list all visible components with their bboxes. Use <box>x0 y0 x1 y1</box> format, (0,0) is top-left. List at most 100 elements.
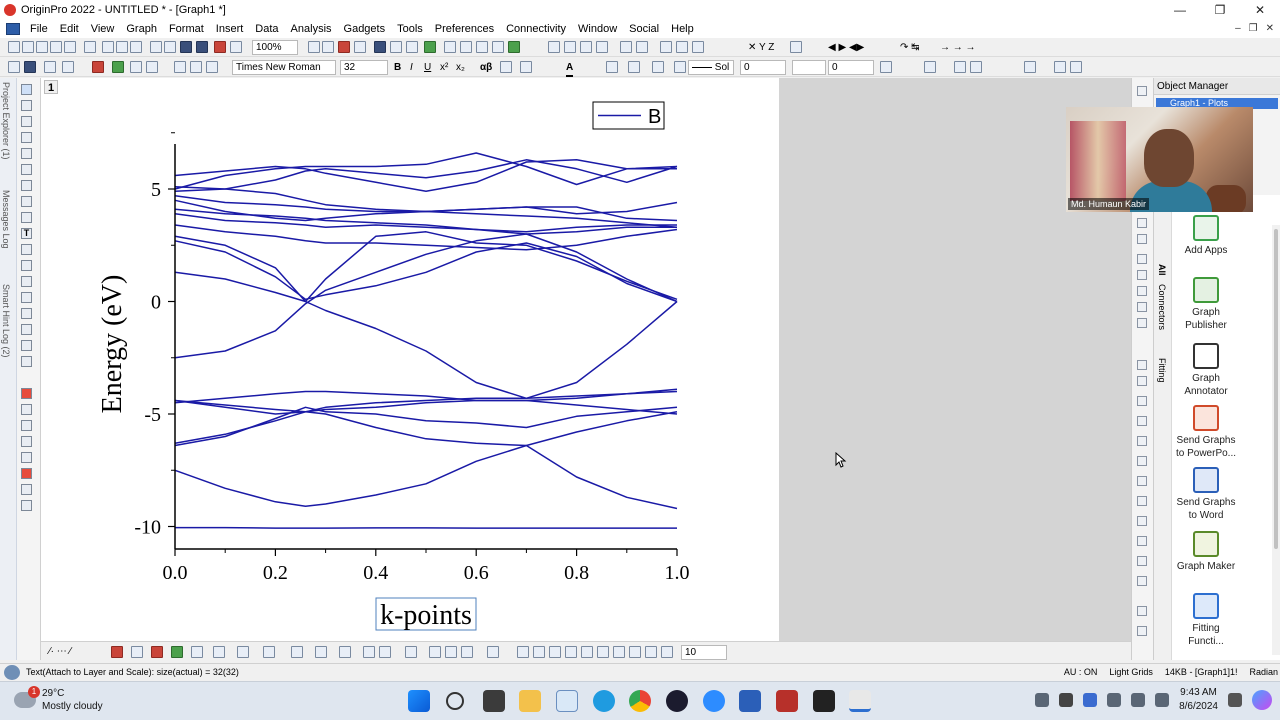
box-chart-icon[interactable] <box>237 646 249 658</box>
zoom-pan-tool-icon[interactable] <box>21 100 32 111</box>
marker-icon[interactable] <box>954 61 966 73</box>
increment-select[interactable]: 10 <box>681 645 727 660</box>
more-plots-icon[interactable] <box>1137 626 1147 636</box>
line-tool-icon[interactable] <box>21 276 32 287</box>
3d-plot-icon[interactable] <box>1137 496 1147 506</box>
band-structure-plot[interactable]: 0.0 0.2 0.4 0.6 0.8 1.0-10-505 B Energy (eV) … <box>41 78 779 641</box>
fitting-functions-app[interactable]: Fitting Functi... <box>1174 593 1238 648</box>
nudge-arrows-icon[interactable]: → → → <box>940 40 976 55</box>
mdi-restore-button[interactable]: ❐ <box>1249 20 1258 38</box>
order-icon[interactable] <box>597 646 609 658</box>
hatch-pattern-icon[interactable] <box>880 61 892 73</box>
align-top-icon[interactable] <box>580 41 592 53</box>
align-right-icon[interactable] <box>564 41 576 53</box>
layer-contents-icon[interactable] <box>476 41 488 53</box>
curved-arrow-icon[interactable] <box>21 260 32 271</box>
data-reader-icon[interactable] <box>21 132 32 143</box>
band-line-16[interactable] <box>174 195 678 222</box>
zoom-app-icon[interactable] <box>703 690 725 712</box>
add-apps-button[interactable]: Add Apps <box>1174 215 1238 257</box>
send-graphs-powerpoint-app[interactable]: Send Graphs to PowerPo... <box>1174 405 1238 460</box>
map-icon[interactable] <box>1137 606 1147 616</box>
cloud-sync-icon[interactable] <box>1035 693 1050 707</box>
band-line-8[interactable] <box>174 233 678 359</box>
merge-icon[interactable] <box>44 61 56 73</box>
rectangle-tool-icon[interactable] <box>21 292 32 303</box>
plot-setup-icon[interactable] <box>492 41 504 53</box>
layout-grid-icon[interactable] <box>1054 61 1066 73</box>
volume-icon[interactable] <box>1131 693 1146 707</box>
screen-reader-icon[interactable] <box>21 148 32 159</box>
band-line-11[interactable] <box>174 231 678 303</box>
band-line-2[interactable] <box>174 444 678 510</box>
bring-front-icon[interactable] <box>620 41 632 53</box>
data-selector-icon[interactable] <box>21 180 32 191</box>
send-graphs-word-app[interactable]: Send Graphs to Word <box>1174 467 1238 522</box>
columns-icon[interactable] <box>1070 61 1082 73</box>
y-tick-label[interactable]: 5 <box>151 179 161 201</box>
axis-scale-icon[interactable] <box>790 41 802 53</box>
template-icon[interactable] <box>1137 576 1147 586</box>
results-log-icon[interactable] <box>390 41 402 53</box>
polar-icon[interactable] <box>339 646 351 658</box>
new-layout-icon[interactable] <box>102 41 114 53</box>
line-style-select[interactable]: Sol <box>688 60 734 75</box>
menu-connectivity[interactable]: Connectivity <box>500 23 572 35</box>
file-explorer-icon[interactable] <box>519 690 541 712</box>
color-scale-icon[interactable] <box>21 388 32 399</box>
project-explorer-icon[interactable] <box>374 41 386 53</box>
close-button[interactable]: ✕ <box>1240 0 1280 20</box>
contour-plot-icon[interactable] <box>263 646 275 658</box>
arrow-tool-icon[interactable] <box>21 244 32 255</box>
greek-button[interactable]: αβ <box>480 60 492 75</box>
region-mask-icon[interactable] <box>21 196 32 207</box>
messages-log-tab[interactable]: Messages Log <box>1 190 11 249</box>
new-excel-icon[interactable] <box>130 41 142 53</box>
histogram-icon[interactable] <box>1137 556 1147 566</box>
line-plot-icon[interactable] <box>1137 254 1147 264</box>
x-tick-label[interactable]: 0.0 <box>163 562 188 584</box>
copilot-icon[interactable] <box>1252 690 1272 710</box>
layer-icon[interactable] <box>21 452 32 463</box>
font-name-select[interactable]: Times New Roman <box>232 60 336 75</box>
x-tick-label[interactable]: 1.0 <box>665 562 690 584</box>
apps-tab-connectors[interactable]: Connectors <box>1157 284 1167 330</box>
color-map-icon[interactable] <box>461 646 473 658</box>
security-app-icon[interactable] <box>776 690 798 712</box>
chrome-browser-icon[interactable] <box>629 690 651 712</box>
status-autoupdate[interactable]: AU : ON <box>1064 664 1098 681</box>
rescale-icon[interactable] <box>460 41 472 53</box>
grouped-icon[interactable] <box>487 646 499 658</box>
unlock-icon[interactable] <box>629 646 641 658</box>
paste-icon[interactable] <box>206 61 218 73</box>
new-graph-icon[interactable] <box>64 41 76 53</box>
menu-graph[interactable]: Graph <box>120 23 163 35</box>
nav-arrows-icon[interactable]: ◀ ▶ ◀▶ <box>828 40 864 55</box>
menu-social[interactable]: Social <box>623 23 665 35</box>
menu-view[interactable]: View <box>85 23 121 35</box>
menu-help[interactable]: Help <box>665 23 700 35</box>
scale-tool-icon[interactable] <box>21 116 32 127</box>
color-icon[interactable] <box>92 61 104 73</box>
smith-icon[interactable] <box>363 646 375 658</box>
waterfall-icon[interactable] <box>429 646 441 658</box>
area-icon[interactable] <box>171 646 183 658</box>
y-tick-label[interactable]: 0 <box>151 292 161 314</box>
menu-tools[interactable]: Tools <box>391 23 429 35</box>
line-color-icon[interactable] <box>652 61 664 73</box>
graph-page[interactable]: 0.0 0.2 0.4 0.6 0.8 1.0 -10 -5 0 5 B Energy (eV) … <box>41 78 779 641</box>
menu-format[interactable]: Format <box>163 23 210 35</box>
pointer-tool-icon[interactable] <box>21 84 32 95</box>
ternary-icon[interactable] <box>315 646 327 658</box>
insert-table-icon[interactable] <box>21 404 32 415</box>
polygon-tool-icon[interactable] <box>21 324 32 335</box>
wifi-icon[interactable] <box>1107 693 1122 707</box>
x-tick-label[interactable]: 0.6 <box>464 562 489 584</box>
new-matrix-icon[interactable] <box>50 41 62 53</box>
same-height-icon[interactable] <box>565 646 577 658</box>
fill-color-icon[interactable] <box>606 61 618 73</box>
new-folder-icon[interactable] <box>22 41 34 53</box>
font-size-select[interactable]: 32 <box>340 60 388 75</box>
search-status-icon[interactable] <box>4 665 20 680</box>
menu-edit[interactable]: Edit <box>54 23 85 35</box>
